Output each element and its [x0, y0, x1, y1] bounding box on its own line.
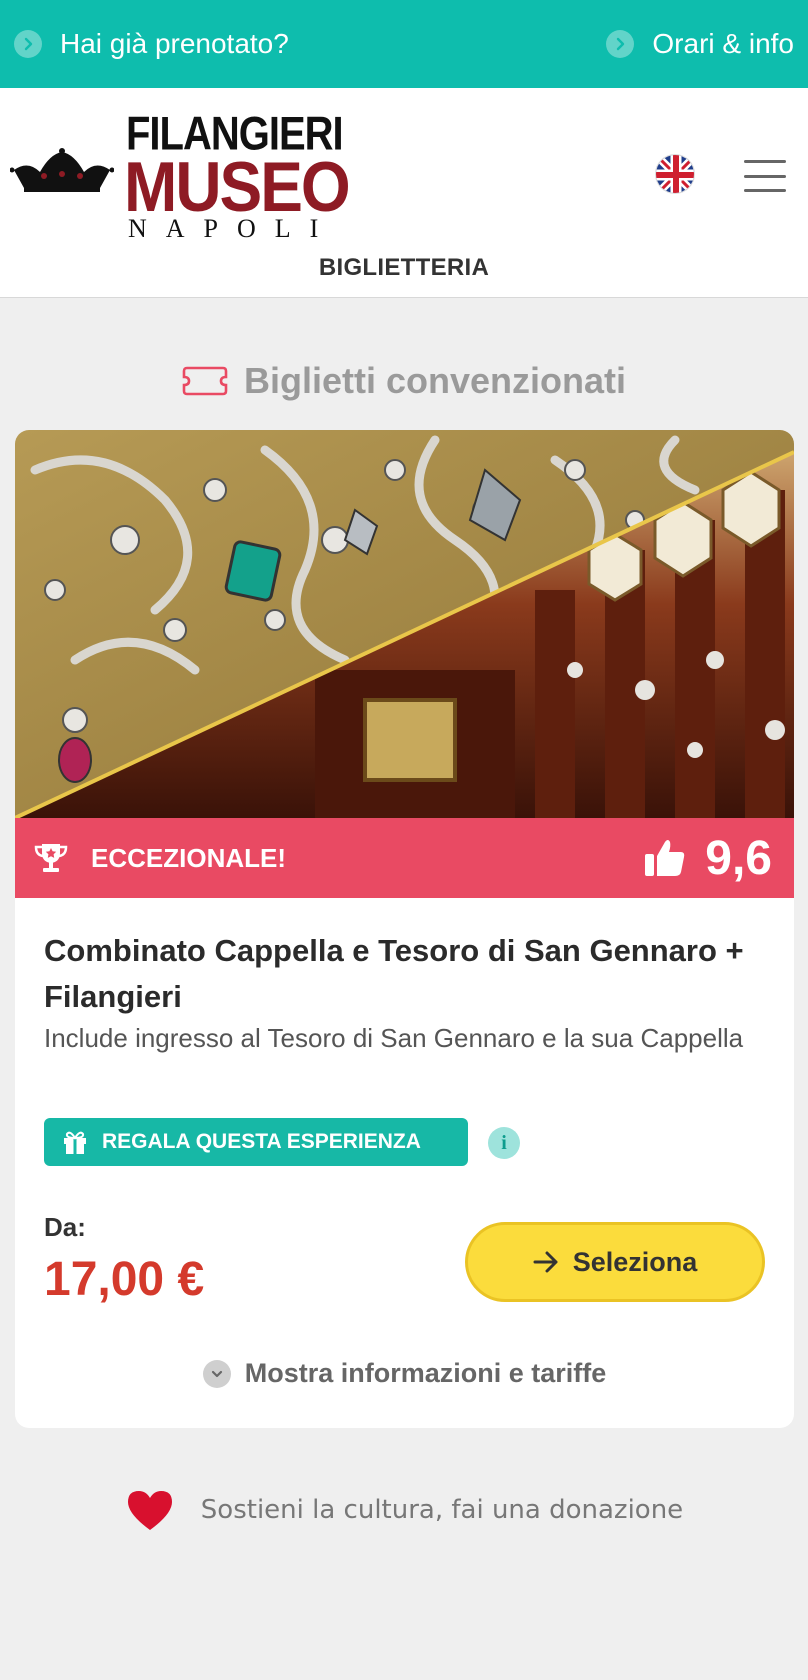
show-info-label: Mostra informazioni e tariffe	[244, 1358, 607, 1388]
hours-info-link[interactable]: Orari & info	[606, 28, 794, 60]
arrow-right-icon	[533, 1251, 558, 1273]
price-label: Da:	[44, 1212, 86, 1242]
site-header: FILANGIERI MUSEO NAPOLI BIGLIETTERIA	[0, 88, 808, 298]
price-value: 17,00 €	[44, 1253, 205, 1306]
gift-icon	[64, 1131, 86, 1154]
section-title: Biglietti convenzionati	[0, 360, 808, 402]
museum-logo[interactable]: FILANGIERI MUSEO NAPOLI	[10, 108, 351, 243]
donation-label: Sostieni la cultura, fai una donazione	[200, 1495, 684, 1525]
chevron-down-icon	[202, 1359, 231, 1388]
trophy-icon	[34, 844, 68, 872]
rating-label: ECCEZIONALE!	[91, 842, 286, 873]
hours-info-label: Orari & info	[652, 28, 794, 59]
select-button-label: Seleziona	[572, 1246, 698, 1277]
logo-text-napoli: NAPOLI	[128, 214, 338, 243]
heart-icon	[127, 1491, 172, 1530]
gift-experience-button[interactable]: REGALA QUESTA ESPERIENZA	[44, 1118, 468, 1166]
rating-score: 9,6	[705, 831, 772, 885]
donation-link[interactable]: Sostieni la cultura, fai una donazione	[0, 1488, 808, 1532]
already-booked-link[interactable]: Hai già prenotato?	[14, 28, 289, 60]
hamburger-menu-icon[interactable]	[744, 160, 786, 192]
ticket-title: Combinato Cappella e Tesoro di San Genna…	[44, 933, 744, 1014]
already-booked-label: Hai già prenotato?	[60, 28, 289, 59]
show-info-toggle[interactable]: Mostra informazioni e tariffe	[15, 1358, 794, 1389]
thumbs-up-icon	[645, 840, 685, 876]
card-image[interactable]	[15, 430, 794, 818]
uk-flag-icon[interactable]	[655, 154, 695, 194]
ticket-icon	[182, 366, 228, 396]
select-button[interactable]: Seleziona	[465, 1222, 765, 1302]
crown-icon	[10, 148, 114, 192]
chevron-right-icon	[606, 30, 635, 58]
gift-button-label: REGALA QUESTA ESPERIENZA	[102, 1130, 421, 1153]
ticket-description: Include ingresso al Tesoro di San Gennar…	[44, 1023, 744, 1053]
section-title-label: Biglietti convenzionati	[243, 360, 627, 401]
top-bar: Hai già prenotato? Orari & info	[0, 0, 808, 88]
nav-biglietteria[interactable]: BIGLIETTERIA	[0, 254, 808, 282]
info-icon[interactable]: i	[488, 1127, 520, 1159]
rating-bar: ECCEZIONALE! 9,6	[15, 818, 794, 898]
ticket-card: ECCEZIONALE! 9,6 Combinato Cappella e Te…	[15, 430, 794, 1428]
chevron-right-icon	[14, 30, 42, 58]
